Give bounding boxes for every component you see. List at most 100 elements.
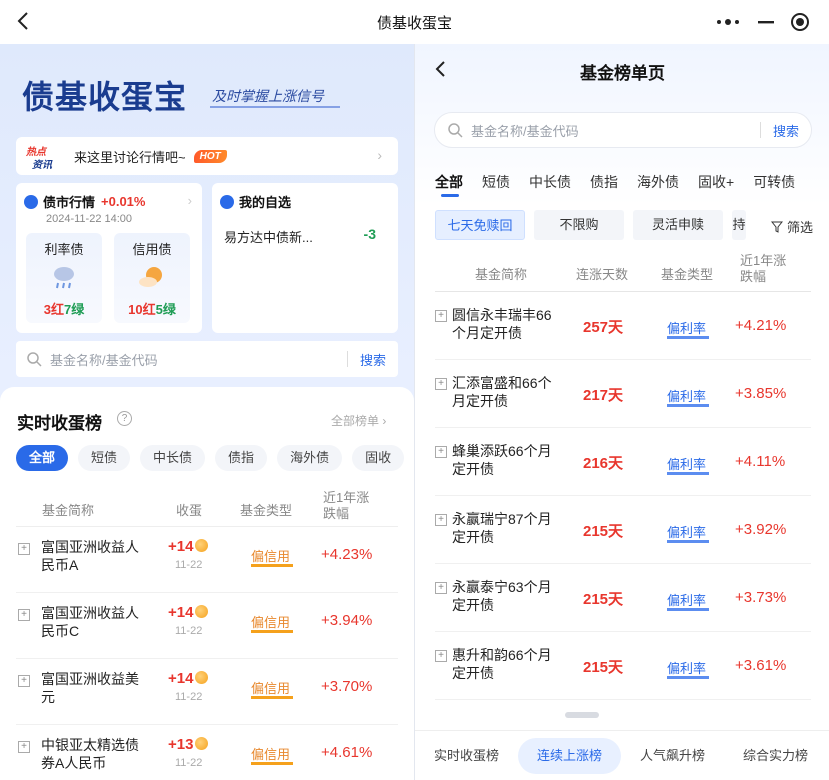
filter-button[interactable]: 筛选 (765, 217, 813, 236)
add-icon[interactable]: + (18, 609, 30, 621)
favorite-fund-name[interactable]: 易方达中债新... (224, 227, 313, 246)
col-egg[interactable]: 收蛋 (176, 500, 202, 519)
help-icon[interactable]: ? (117, 411, 132, 426)
add-icon[interactable]: + (435, 310, 447, 322)
tile-label: 利率债 (44, 242, 84, 257)
rank-panel: 基金榜单页 基金名称/基金代码 搜索 全部 短债 中长债 债指 海外债 固收+ … (414, 44, 829, 780)
search-button[interactable]: 搜索 (360, 350, 386, 369)
brand-logo: 债基收蛋宝 (22, 79, 188, 115)
favorites-card[interactable]: 我的自选 易方达中债新... -3 (212, 183, 398, 333)
egg-icon (195, 671, 209, 684)
add-icon[interactable]: + (435, 446, 447, 458)
rise-days: 257天 (583, 319, 624, 336)
filter-flexible[interactable]: 灵活申赎 (633, 210, 723, 240)
chevron-right-icon: › (187, 193, 192, 208)
fund-name: 圆信永丰瑞丰66个月定开债 (452, 307, 552, 341)
search-button[interactable]: 搜索 (773, 121, 799, 140)
table-row[interactable]: + 蜂巢添跃66个月定开债 216天 偏利率 +4.11% (435, 428, 811, 496)
tab-all[interactable]: 全部 (16, 445, 69, 471)
search-input[interactable]: 基金名称/基金代码 (471, 121, 760, 140)
search-icon (448, 123, 463, 138)
fund-type: 偏信用 (251, 612, 293, 633)
fund-change: +4.23% (321, 546, 373, 563)
add-icon[interactable]: + (435, 650, 447, 662)
category-convertible[interactable]: 可转债 (753, 172, 795, 192)
category-overseas-bond[interactable]: 海外债 (637, 172, 679, 192)
rise-days: 217天 (583, 387, 624, 404)
search-input[interactable]: 基金名称/基金代码 (50, 350, 347, 369)
tab-realtime-egg[interactable]: 实时收蛋榜 (415, 738, 518, 774)
fund-name: 富国亚洲收益美元 (41, 671, 139, 705)
table-row[interactable]: + 富国亚洲收益人民币C +14 11-22 偏信用 +3.94% (16, 593, 398, 659)
add-icon[interactable]: + (435, 514, 447, 526)
category-all[interactable]: 全部 (435, 172, 463, 197)
tab-continuous-rise[interactable]: 连续上涨榜 (518, 737, 621, 774)
credit-bond-tile[interactable]: 信用债 10红5绿 (114, 233, 190, 323)
add-icon[interactable]: + (435, 378, 447, 390)
table-row[interactable]: + 圆信永丰瑞丰66个月定开债 257天 偏利率 +4.21% (435, 292, 811, 360)
fund-name: 惠升和韵66个月定开债 (452, 647, 552, 681)
rank-title: 基金榜单页 (580, 64, 665, 83)
fund-change: +3.70% (321, 678, 373, 695)
table-row[interactable]: + 富国亚洲收益人民币A +14 11-22 偏信用 +4.23% (16, 527, 398, 593)
table-row[interactable]: + 惠升和韵66个月定开债 215天 偏利率 +3.61% (435, 632, 811, 700)
egg-count: +14 (168, 670, 209, 687)
scroll-handle[interactable] (565, 712, 599, 718)
add-icon[interactable]: + (435, 582, 447, 594)
tab-popularity[interactable]: 人气飙升榜 (621, 738, 724, 774)
add-icon[interactable]: + (18, 741, 30, 753)
fund-name: 汇添富盛和66个月定开债 (452, 375, 552, 409)
rate-bond-tile[interactable]: 利率债 3红7绿 (26, 233, 102, 323)
fund-name: 永赢瑞宁87个月定开债 (452, 511, 552, 545)
category-bond-index[interactable]: 债指 (590, 172, 618, 192)
filter-hold[interactable]: 持 (732, 210, 746, 240)
category-fixed-income-plus[interactable]: 固收+ (698, 172, 734, 192)
table-row[interactable]: + 富国亚洲收益美元 +14 11-22 偏信用 +3.70% (16, 659, 398, 725)
table-row[interactable]: + 汇添富盛和66个月定开债 217天 偏利率 +3.85% (435, 360, 811, 428)
rank-filters: 七天免赎回 不限购 灵活申赎 持 (435, 210, 755, 240)
rank-categories: 全部 短债 中长债 债指 海外债 固收+ 可转债 (435, 172, 814, 197)
favorites-title: 我的自选 (239, 195, 292, 210)
egg-date: 11-22 (175, 625, 203, 637)
table-row[interactable]: + 中银亚太精选债券A人民币 +13 11-22 偏信用 +4.61% (16, 725, 398, 780)
col-change[interactable]: 近1年涨跌幅 (323, 490, 373, 522)
tab-fixed-income[interactable]: 固收 (352, 445, 405, 471)
fund-change: +4.11% (735, 453, 786, 470)
window-title: 债基收蛋宝 (376, 14, 452, 32)
egg-icon (195, 539, 209, 552)
filter-seven-day[interactable]: 七天免赎回 (435, 210, 525, 240)
chart-icon (24, 194, 38, 209)
tab-short-bond[interactable]: 短债 (78, 445, 131, 471)
col-change[interactable]: 近1年涨跌幅 (740, 253, 790, 285)
back-arrow-icon[interactable] (12, 9, 36, 33)
minimize-icon[interactable] (756, 13, 776, 31)
tab-mid-long-bond[interactable]: 中长债 (140, 445, 206, 471)
fund-name: 富国亚洲收益人民币A (41, 539, 139, 573)
tab-overall-strength[interactable]: 综合实力榜 (724, 738, 827, 774)
tab-bond-index[interactable]: 债指 (215, 445, 268, 471)
bond-market-card[interactable]: 债市行情 +0.01% › 2024-11-22 14:00 利率债 3红7绿 … (16, 183, 202, 333)
category-short-bond[interactable]: 短债 (482, 172, 510, 192)
home-panel: 债基收蛋宝 及时掌握上涨信号 热点 资讯 来这里讨论行情吧~ HOT › 债市行… (0, 44, 414, 780)
tab-overseas-bond[interactable]: 海外债 (277, 445, 343, 471)
rank-search-bar[interactable]: 基金名称/基金代码 搜索 (434, 112, 812, 148)
divider (759, 122, 761, 138)
left-search-bar[interactable]: 基金名称/基金代码 搜索 (16, 341, 398, 377)
hot-news-bar[interactable]: 热点 资讯 来这里讨论行情吧~ HOT › (16, 137, 398, 175)
fund-type: 偏信用 (251, 678, 293, 699)
table-row[interactable]: + 永赢泰宁63个月定开债 215天 偏利率 +3.73% (435, 564, 811, 632)
table-row[interactable]: + 永赢瑞宁87个月定开债 215天 偏利率 +3.92% (435, 496, 811, 564)
add-icon[interactable]: + (18, 543, 30, 555)
category-mid-long-bond[interactable]: 中长债 (529, 172, 571, 192)
close-record-icon[interactable] (790, 12, 810, 32)
fund-type: 偏利率 (667, 590, 709, 611)
sun-cloud-icon (139, 267, 162, 287)
all-rankings-link[interactable]: 全部榜单 › (331, 412, 386, 429)
col-days[interactable]: 连涨天数 (576, 264, 628, 283)
more-dots-icon[interactable] (716, 13, 740, 31)
add-icon[interactable]: + (18, 675, 30, 687)
realtime-tabs: 全部 短债 中长债 债指 海外债 固收 (16, 445, 414, 471)
hot-news-text: 来这里讨论行情吧~ (74, 149, 186, 165)
filter-no-limit[interactable]: 不限购 (534, 210, 624, 240)
col-name: 基金简称 (475, 267, 528, 282)
